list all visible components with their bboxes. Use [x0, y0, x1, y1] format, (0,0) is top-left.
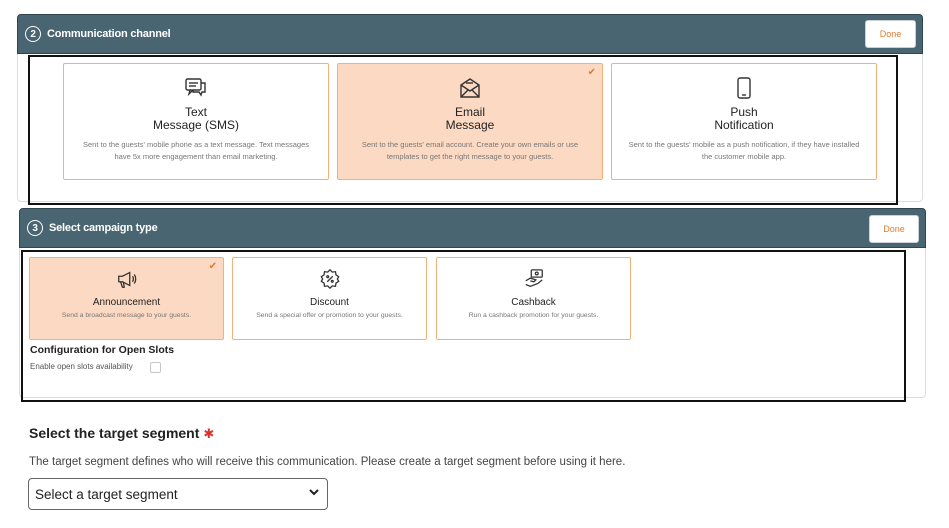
- target-segment-select-value: Select a target segment: [35, 486, 178, 502]
- channel-section-title: Communication channel: [47, 28, 171, 40]
- campaign-done-button[interactable]: Done: [869, 215, 919, 243]
- card-title: Email Message: [445, 105, 495, 132]
- card-description: Send a broadcast message to your guests.: [61, 312, 192, 319]
- mobile-phone-icon: [737, 77, 751, 99]
- step-number-badge: 2: [25, 26, 41, 42]
- target-segment-title: Select the target segment ✱: [29, 425, 214, 442]
- card-description: Sent to the guests' mobile phone as a te…: [82, 140, 309, 161]
- cashback-hand-icon: [524, 269, 543, 288]
- open-slots-checkbox[interactable]: [150, 362, 161, 373]
- target-segment-select[interactable]: Select a target segment: [28, 478, 328, 510]
- campaign-card-cashback[interactable]: Cashback Run a cashback promotion for yo…: [436, 257, 631, 340]
- target-segment-description: The target segment defines who will rece…: [29, 456, 626, 468]
- open-slots-config-title: Configuration for Open Slots: [30, 344, 175, 356]
- chat-bubbles-icon: [185, 78, 206, 97]
- card-title: Discount: [310, 297, 349, 308]
- channel-card-email[interactable]: ✔ Email Message Sent to the guests' emai…: [337, 63, 603, 180]
- card-title: Announcement: [92, 297, 161, 308]
- card-description: Run a cashback promotion for your guests…: [468, 312, 599, 319]
- channel-done-button[interactable]: Done: [865, 20, 916, 48]
- discount-badge-icon: [319, 268, 340, 290]
- card-description: Sent to the guests' email account. Creat…: [361, 140, 579, 161]
- channel-card-sms[interactable]: Text Message (SMS) Sent to the guests' m…: [63, 63, 329, 180]
- checkmark-icon: ✔: [208, 261, 217, 272]
- card-description: Send a special offer or promotion to you…: [256, 312, 403, 319]
- chevron-down-icon: [309, 489, 319, 496]
- card-title: Cashback: [511, 297, 556, 308]
- required-asterisk-icon: ✱: [203, 426, 215, 441]
- target-segment-title-text: Select the target segment: [29, 425, 200, 441]
- card-title: Text Message (SMS): [152, 105, 240, 132]
- envelope-icon: [460, 78, 480, 98]
- campaign-card-announcement[interactable]: ✔ Announcement Send a broadcast message …: [29, 257, 224, 340]
- megaphone-icon: [117, 271, 136, 288]
- open-slots-label: Enable open slots availability: [30, 362, 133, 371]
- card-title: Push Notification: [714, 105, 774, 132]
- channel-header: 2 Communication channel: [17, 14, 923, 54]
- step-number-badge: 3: [27, 220, 43, 236]
- card-description: Sent to the guests' mobile as a push not…: [628, 140, 860, 161]
- campaign-card-discount[interactable]: Discount Send a special offer or promoti…: [232, 257, 427, 340]
- campaign-header: 3 Select campaign type: [19, 208, 926, 248]
- checkmark-icon: ✔: [587, 67, 596, 78]
- channel-card-push[interactable]: Push Notification Sent to the guests' mo…: [611, 63, 877, 180]
- campaign-section-title: Select campaign type: [49, 222, 158, 234]
